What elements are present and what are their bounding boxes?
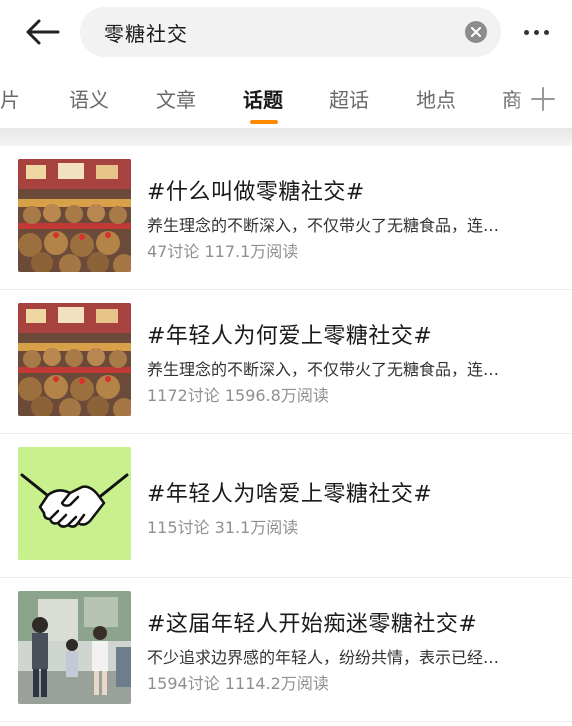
active-tab-indicator (250, 120, 278, 124)
topic-item[interactable]: #年轻人为啥爱上零糖社交# 115讨论 31.1万阅读 (0, 434, 572, 578)
more-button[interactable] (516, 18, 556, 46)
plus-icon (531, 87, 555, 111)
top-bar: 零糖社交 (0, 0, 572, 66)
search-input[interactable]: 零糖社交 (80, 7, 501, 57)
tab-places[interactable]: 地点 (416, 84, 456, 113)
discussion-count: 115讨论 (147, 518, 210, 537)
discussion-count: 47讨论 (147, 242, 200, 261)
topic-description: 养生理念的不断深入，不仅带火了无糖食品，连… (147, 216, 500, 235)
topic-title: #这届年轻人开始痴迷零糖社交# (147, 612, 478, 637)
add-tab-button[interactable] (528, 84, 558, 114)
section-divider (0, 128, 572, 146)
handshake-icon (18, 447, 131, 560)
more-dots-icon (523, 29, 529, 35)
read-count: 1114.2万阅读 (224, 674, 329, 693)
tab-semantic[interactable]: 语义 (69, 84, 109, 113)
topic-description: 不少追求边界感的年轻人，纷纷共情，表示已经… (147, 648, 500, 667)
topic-stats: 115讨论 31.1万阅读 (147, 514, 298, 538)
topic-stats: 47讨论 117.1万阅读 (147, 238, 298, 262)
search-query-text: 零糖社交 (104, 21, 188, 46)
read-count: 117.1万阅读 (204, 242, 299, 261)
discussion-count: 1594讨论 (147, 674, 220, 693)
plush-toys-image (18, 303, 131, 416)
tab-topics[interactable]: 话题 (243, 84, 283, 113)
tab-articles[interactable]: 文章 (156, 84, 196, 113)
tab-images[interactable]: 图片 (0, 84, 20, 113)
topic-title: #年轻人为何爱上零糖社交# (147, 324, 433, 349)
read-count: 31.1万阅读 (214, 518, 299, 537)
topic-stats: 1594讨论 1114.2万阅读 (147, 670, 329, 694)
topic-list: #什么叫做零糖社交# 养生理念的不断深入，不仅带火了无糖食品，连… 47讨论 1… (0, 146, 572, 722)
back-button[interactable] (22, 14, 62, 50)
topic-title: #年轻人为啥爱上零糖社交# (147, 482, 433, 507)
topic-item[interactable]: #年轻人为何爱上零糖社交# 养生理念的不断深入，不仅带火了无糖食品，连… 117… (0, 290, 572, 434)
topic-item[interactable]: #这届年轻人开始痴迷零糖社交# 不少追求边界感的年轻人，纷纷共情，表示已经… 1… (0, 578, 572, 722)
discussion-count: 1172讨论 (147, 386, 220, 405)
topic-stats: 1172讨论 1596.8万阅读 (147, 382, 329, 406)
arrow-left-icon (26, 19, 60, 45)
topic-description: 养生理念的不断深入，不仅带火了无糖食品，连… (147, 360, 500, 379)
tab-super-topics[interactable]: 超话 (329, 84, 369, 113)
topic-thumbnail (18, 159, 131, 272)
plush-toys-image (18, 159, 131, 272)
topic-title: #什么叫做零糖社交# (147, 180, 365, 205)
topic-thumbnail (18, 447, 131, 560)
read-count: 1596.8万阅读 (224, 386, 329, 405)
young-people-photo (18, 591, 131, 704)
topic-thumbnail (18, 591, 131, 704)
search-tabs: 图片 语义 文章 话题 超话 地点 商 (0, 70, 572, 128)
topic-thumbnail (18, 303, 131, 416)
topic-item[interactable]: #什么叫做零糖社交# 养生理念的不断深入，不仅带火了无糖食品，连… 47讨论 1… (0, 146, 572, 290)
clear-x-icon (471, 27, 481, 37)
clear-search-button[interactable] (465, 21, 487, 43)
